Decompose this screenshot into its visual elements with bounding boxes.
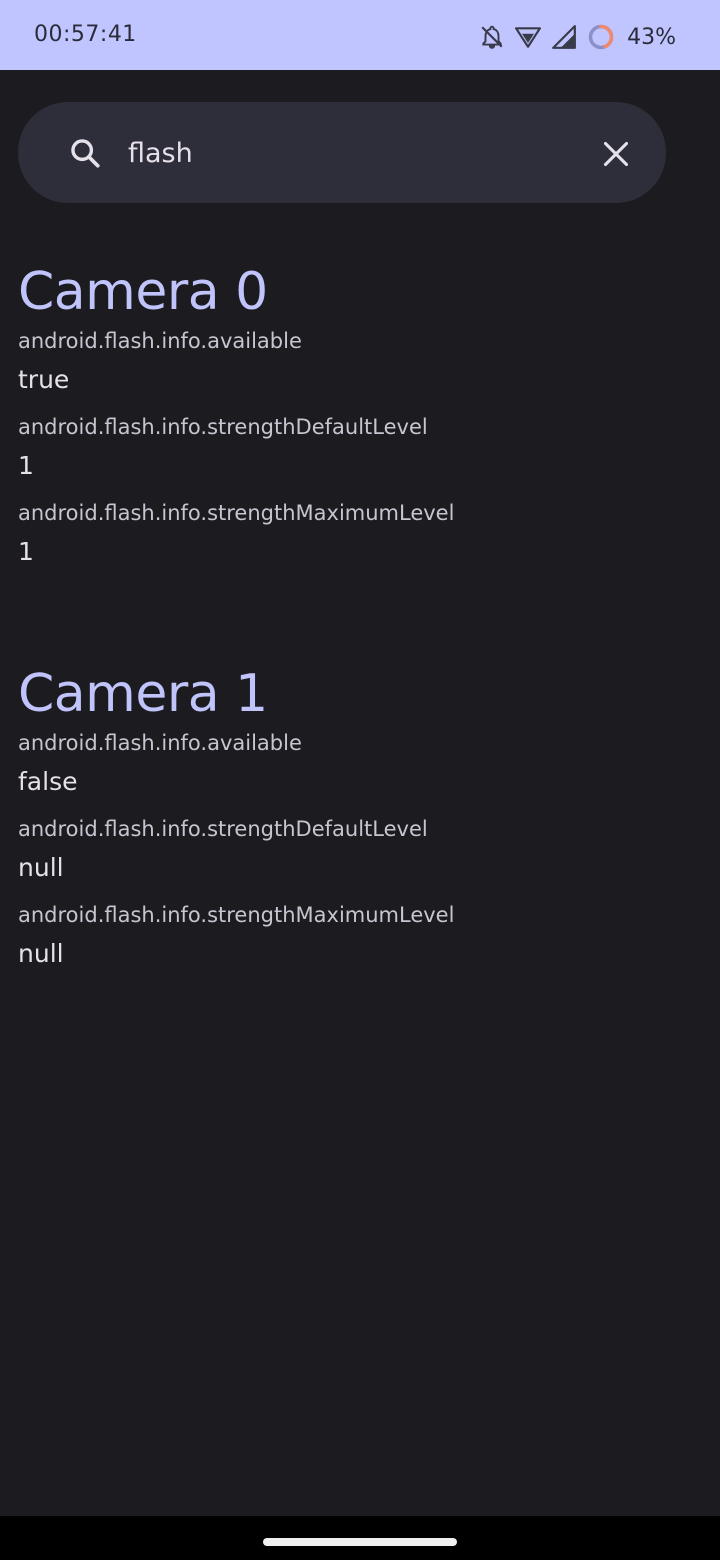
property-key: android.flash.info.strengthDefaultLevel — [18, 817, 428, 841]
camera-section: Camera 1 android.flash.info.available fa… — [18, 664, 698, 974]
search-bar[interactable] — [18, 102, 666, 203]
property-value: null — [18, 939, 64, 968]
property-value: false — [18, 767, 78, 796]
property-value: 1 — [18, 451, 34, 480]
close-icon[interactable] — [602, 140, 630, 172]
property-key: android.flash.info.strengthDefaultLevel — [18, 415, 428, 439]
property-value: null — [18, 853, 64, 882]
wifi-icon — [515, 24, 542, 50]
property-key: android.flash.info.strengthMaximumLevel — [18, 903, 455, 927]
property-key: android.flash.info.available — [18, 731, 302, 755]
status-time: 00:57:41 — [34, 22, 137, 47]
property-key: android.flash.info.available — [18, 329, 302, 353]
property-value: 1 — [18, 537, 34, 566]
property-item: android.flash.info.strengthMaximumLevel … — [18, 498, 698, 572]
bell-off-icon — [479, 24, 505, 50]
battery-percent: 43% — [627, 24, 676, 50]
search-input[interactable] — [128, 132, 588, 174]
navigation-bar — [0, 1516, 720, 1560]
property-key: android.flash.info.strengthMaximumLevel — [18, 501, 455, 525]
property-item: android.flash.info.strengthDefaultLevel … — [18, 814, 698, 888]
status-bar: 00:57:41 43% — [0, 0, 720, 70]
property-item: android.flash.info.strengthDefaultLevel … — [18, 412, 698, 486]
cellular-signal-icon — [551, 24, 577, 50]
camera-title: Camera 1 — [18, 664, 268, 724]
battery-ring-icon — [587, 23, 615, 51]
camera-title: Camera 0 — [18, 262, 268, 322]
status-icons: 43% — [479, 20, 676, 54]
property-item: android.flash.info.strengthMaximumLevel … — [18, 900, 698, 974]
property-item: android.flash.info.available true — [18, 326, 698, 400]
property-value: true — [18, 365, 70, 394]
camera-section: Camera 0 android.flash.info.available tr… — [18, 262, 698, 572]
search-icon — [68, 136, 102, 174]
gesture-handle[interactable] — [263, 1538, 457, 1546]
property-item: android.flash.info.available false — [18, 728, 698, 802]
